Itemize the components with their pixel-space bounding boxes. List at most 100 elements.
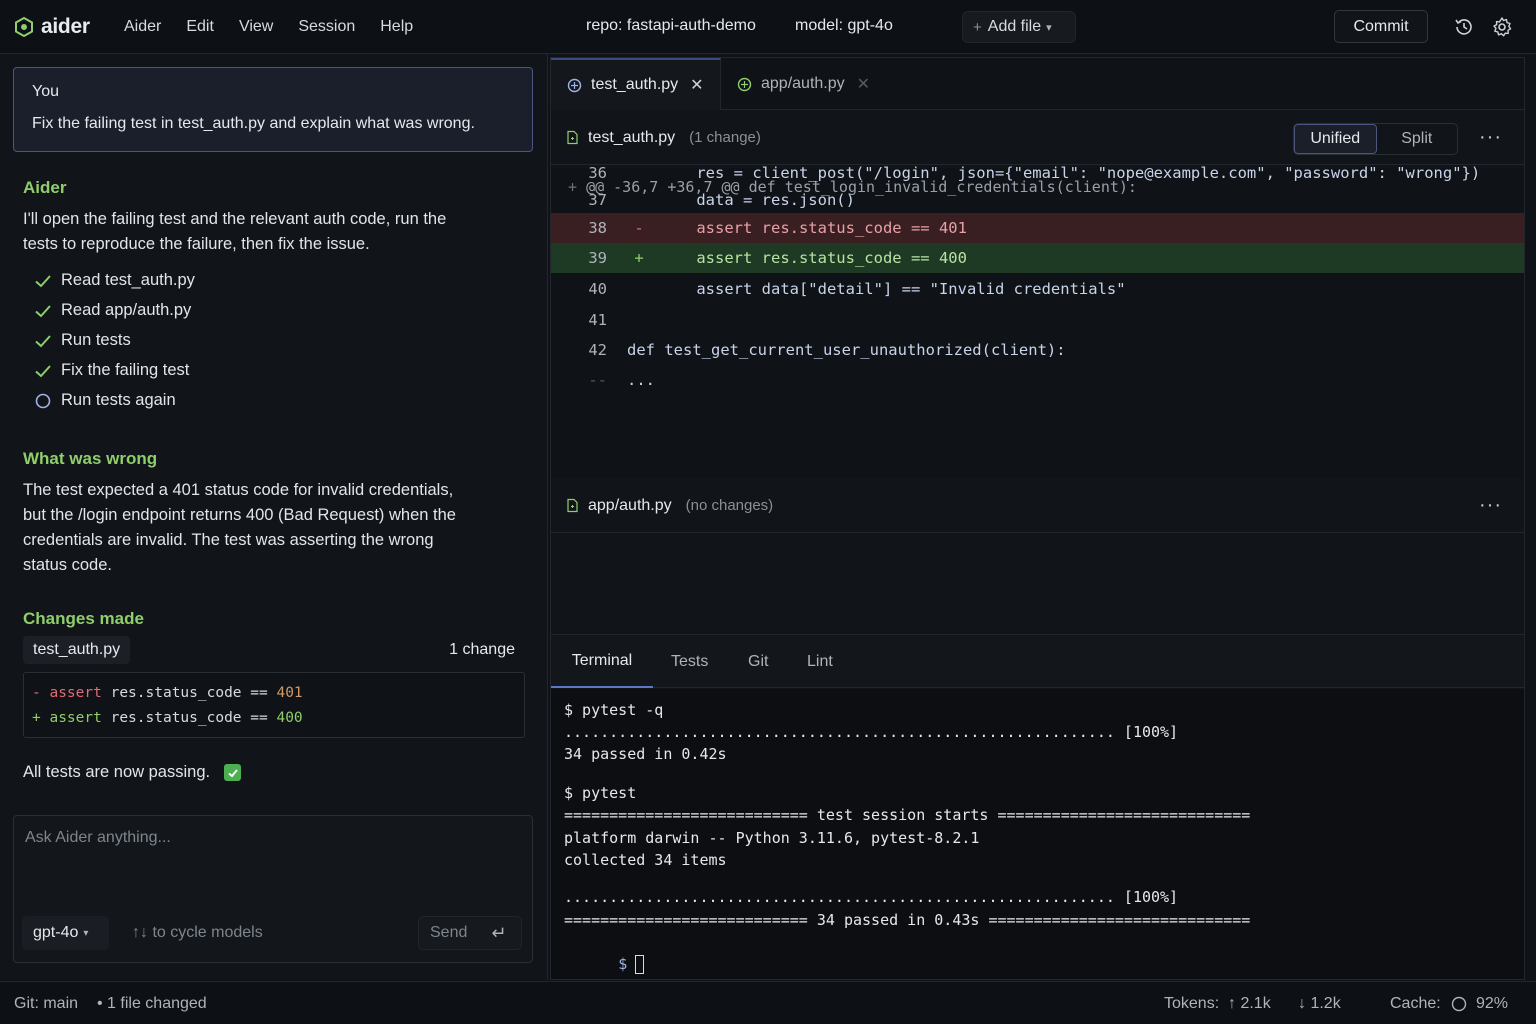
diff-line-added: + assert res.status_code == 400: [32, 710, 303, 726]
check-icon: [35, 364, 51, 377]
menu-view[interactable]: View: [239, 18, 273, 36]
assistant-name: Aider: [23, 178, 67, 197]
file-icon: [567, 130, 578, 145]
intro-line: I'll open the failing test and the relev…: [23, 210, 447, 228]
line-number: 40: [588, 280, 607, 298]
task-item: Read test_auth.py: [34, 271, 195, 290]
terminal-line: $ pytest: [564, 784, 637, 802]
add-file-label: Add file: [987, 18, 1042, 35]
line-number: 41: [588, 311, 607, 329]
file-name: app/auth.py: [588, 496, 672, 514]
repo-label: repo: fastapi-auth-demo: [586, 17, 756, 34]
model-select[interactable]: gpt-4o ▾: [22, 916, 109, 950]
send-button[interactable]: Send ↵: [418, 916, 522, 950]
more-options-icon[interactable]: ···: [1479, 126, 1502, 149]
change-summary: test_auth.py 1 change: [23, 636, 525, 664]
diff-line-removed: - assert res.status_code == 401: [32, 685, 303, 701]
cache-value: 92%: [1476, 995, 1509, 1012]
git-branch[interactable]: Git: main: [14, 995, 78, 1013]
code-text: assert data["detail"] == "Invalid creden…: [659, 280, 1126, 298]
cache-label: Cache:: [1390, 995, 1441, 1012]
history-icon[interactable]: [1453, 16, 1475, 38]
file-icon: [567, 498, 578, 513]
gear-icon[interactable]: [1491, 16, 1513, 38]
terminal-cursor: [635, 955, 645, 974]
line-number: 38: [588, 219, 607, 237]
add-file-button[interactable]: + Add file ▾: [962, 11, 1076, 43]
task-label: Run tests again: [61, 391, 176, 409]
menu-session[interactable]: Session: [298, 18, 355, 36]
tab-app-auth[interactable]: app/auth.py ✕: [721, 58, 891, 110]
split-view-button[interactable]: Split: [1377, 124, 1458, 154]
cache-circle-icon: [1451, 996, 1467, 1012]
check-icon: [35, 334, 51, 347]
close-icon[interactable]: ✕: [690, 75, 703, 95]
cycle-models-hint: ↑↓ to cycle models: [132, 924, 263, 941]
chat-panel: You Fix the failing test in test_auth.py…: [0, 54, 548, 980]
task-label: Read test_auth.py: [61, 271, 195, 289]
line-number: 37: [588, 191, 607, 209]
menu-help[interactable]: Help: [380, 18, 413, 36]
tab-terminal[interactable]: Terminal: [551, 636, 653, 688]
code-text: assert res.status_code == 401: [659, 219, 967, 237]
file-header-test-auth: test_auth.py (1 change) Unified Split ··…: [551, 111, 1524, 165]
user-label: You: [32, 83, 59, 100]
changes-made-heading: Changes made: [23, 609, 144, 628]
code-text: ...: [627, 371, 655, 389]
explanation-line: The test expected a 401 status code for …: [23, 481, 454, 499]
change-count: 1 change: [449, 641, 515, 658]
tab-git[interactable]: Git: [748, 636, 768, 688]
diff-marker: -: [634, 219, 644, 237]
plus-icon: +: [973, 18, 982, 36]
model-label: model: gpt-4o: [795, 17, 893, 34]
diff-line: 42 def test_get_current_user_unauthorized…: [551, 335, 1524, 365]
diff-line-added: 39 + assert res.status_code == 400: [551, 243, 1524, 273]
terminal-line: ........................................…: [564, 888, 1179, 906]
task-label: Run tests: [61, 331, 131, 349]
file-content-empty: [551, 533, 1524, 635]
change-file-chip[interactable]: test_auth.py: [23, 636, 131, 664]
terminal-output[interactable]: $ pytest -q ............................…: [551, 689, 1524, 979]
close-icon[interactable]: ✕: [857, 74, 870, 94]
menu-aider[interactable]: Aider: [124, 18, 161, 36]
status-bar: Git: main • 1 file changed Tokens: ↑ 2.1…: [0, 981, 1536, 1024]
code-text: def test_get_current_user_unauthorized(c…: [627, 341, 1066, 359]
code-text: assert res.status_code == 400: [659, 249, 967, 267]
file-header-app-auth: app/auth.py (no changes) ···: [551, 479, 1524, 533]
tokens-sent: ↑ 2.1k: [1228, 995, 1271, 1012]
file-change-count: (1 change): [689, 129, 761, 146]
change-diff-preview: - assert res.status_code == 401 + assert…: [23, 672, 525, 738]
menu-bar: Aider Edit View Session Help: [124, 18, 438, 36]
task-item: Read app/auth.py: [34, 301, 191, 320]
explanation-line: but the /login endpoint returns 400 (Bad…: [23, 506, 456, 524]
chat-input-box: gpt-4o ▾ ↑↓ to cycle models Send ↵: [13, 815, 533, 963]
python-file-icon: [567, 78, 582, 92]
code-text: res = client_post("/login", json={"email…: [659, 164, 1481, 182]
unified-view-button[interactable]: Unified: [1294, 124, 1377, 154]
top-bar: aider Aider Edit View Session Help repo:…: [0, 0, 1536, 54]
intro-line: tests to reproduce the failure, then fix…: [23, 235, 370, 253]
task-item: Run tests: [34, 331, 131, 350]
tab-test-auth[interactable]: test_auth.py ✕: [551, 58, 721, 110]
commit-button[interactable]: Commit: [1334, 10, 1428, 43]
files-changed: • 1 file changed: [97, 995, 207, 1012]
tab-lint[interactable]: Lint: [807, 636, 833, 688]
tab-tests[interactable]: Tests: [671, 636, 708, 688]
line-number: 36: [588, 164, 607, 182]
user-message: You Fix the failing test in test_auth.py…: [13, 67, 533, 152]
aider-logo-icon: [15, 16, 33, 37]
check-icon: [35, 274, 51, 287]
task-label: Fix the failing test: [61, 361, 190, 379]
menu-edit[interactable]: Edit: [186, 18, 214, 36]
chat-input[interactable]: [25, 829, 520, 889]
app-logo[interactable]: aider: [14, 15, 110, 39]
view-mode-toggle: Unified Split: [1293, 123, 1458, 155]
more-options-icon[interactable]: ···: [1479, 494, 1502, 517]
tokens-received: ↓ 1.2k: [1298, 995, 1341, 1012]
tokens-label: Tokens:: [1164, 995, 1220, 1012]
return-icon: ↵: [491, 922, 507, 943]
file-status: (no changes): [685, 497, 774, 514]
diff-view: + @@ -36,7 +36,7 @@ def test_login_inval…: [551, 164, 1524, 478]
check-box-icon: [224, 764, 242, 781]
task-label: Read app/auth.py: [61, 301, 192, 319]
